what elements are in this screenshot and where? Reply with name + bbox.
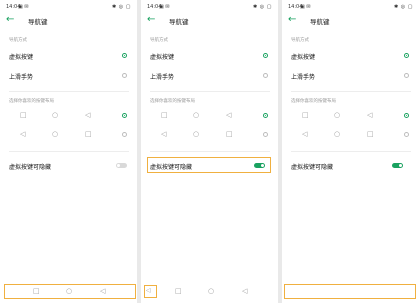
nav-mode-section-label: 导航方式 xyxy=(9,38,27,43)
radio-virtual-keys[interactable] xyxy=(122,53,127,58)
option-virtual-keys-label[interactable]: 虚拟按键 xyxy=(291,52,315,61)
layout-option-1[interactable]: □ ○ ◁ xyxy=(0,111,137,121)
radio-virtual-keys[interactable] xyxy=(404,53,409,58)
status-icons-left: ▣ ✉ xyxy=(18,4,29,10)
page-header: ← 导航键 xyxy=(288,14,413,28)
layout-section-label: 选择你喜欢的按键布局 xyxy=(291,99,336,104)
radio-layout-2[interactable] xyxy=(404,132,409,137)
layout-option-2[interactable]: ◁ ○ □ xyxy=(282,130,419,140)
back-icon: ◁ xyxy=(226,111,232,119)
layout-option-1[interactable]: □ ○ ◁ xyxy=(141,111,278,121)
back-icon[interactable]: ◁ xyxy=(242,287,247,295)
layout-section-label: 选择你喜欢的按键布局 xyxy=(9,99,54,104)
layout-section-label: 选择你喜欢的按键布局 xyxy=(150,99,195,104)
status-icons-left: ▣ ✉ xyxy=(300,4,311,10)
radio-swipe-gesture[interactable] xyxy=(404,73,409,78)
home-icon[interactable]: ○ xyxy=(208,287,214,295)
radio-layout-1[interactable] xyxy=(404,113,409,118)
hide-virtual-keys-toggle[interactable] xyxy=(392,163,403,168)
recent-apps-icon: □ xyxy=(226,130,233,138)
option-virtual-keys-label[interactable]: 虚拟按键 xyxy=(150,52,174,61)
option-swipe-gesture-label[interactable]: 上滑手势 xyxy=(291,72,315,81)
divider xyxy=(150,151,270,152)
divider xyxy=(9,91,129,92)
status-icons-right: ✱ ◎ ▢ xyxy=(394,4,413,10)
phone-screen-1: 14:04 ▣ ✉ ✱ ◎ ▢ ← 导航键 导航方式 虚拟按键 上滑手势 选择你… xyxy=(0,0,137,303)
highlight-empty-bottom-nav xyxy=(284,284,416,299)
radio-layout-1[interactable] xyxy=(263,113,268,118)
radio-layout-2[interactable] xyxy=(263,132,268,137)
back-icon: ◁ xyxy=(85,111,91,119)
recent-apps-icon[interactable]: □ xyxy=(175,287,182,295)
page-header: ← 导航键 xyxy=(147,14,272,28)
radio-layout-2[interactable] xyxy=(122,132,127,137)
recent-apps-icon: □ xyxy=(20,111,27,119)
arrow-left-icon[interactable]: ← xyxy=(6,15,14,25)
status-icons-left: ▣ ✉ xyxy=(159,4,170,10)
layout-option-2[interactable]: ◁ ○ □ xyxy=(0,130,137,140)
back-icon: ◁ xyxy=(367,111,373,119)
highlight-edge-button xyxy=(144,285,157,298)
page-header: ← 导航键 xyxy=(6,14,131,28)
status-icons-right: ✱ ◎ ▢ xyxy=(112,4,131,10)
radio-swipe-gesture[interactable] xyxy=(263,73,268,78)
home-icon: ○ xyxy=(52,111,59,119)
option-swipe-gesture-label[interactable]: 上滑手势 xyxy=(150,72,174,81)
home-icon: ○ xyxy=(193,111,200,119)
nav-mode-section-label: 导航方式 xyxy=(150,38,168,43)
back-icon: ◁ xyxy=(161,130,167,138)
status-bar: 14:04 ▣ ✉ ✱ ◎ ▢ xyxy=(6,4,131,12)
recent-apps-icon: □ xyxy=(85,130,92,138)
divider xyxy=(150,91,270,92)
option-swipe-gesture-label[interactable]: 上滑手势 xyxy=(9,72,33,81)
hide-virtual-keys-label: 虚拟按键可隐藏 xyxy=(9,164,52,171)
radio-swipe-gesture[interactable] xyxy=(122,73,127,78)
option-virtual-keys-label[interactable]: 虚拟按键 xyxy=(9,52,33,61)
recent-apps-icon: □ xyxy=(302,111,309,119)
nav-mode-section-label: 导航方式 xyxy=(291,38,309,43)
recent-apps-icon: □ xyxy=(161,111,168,119)
bottom-navigation-bar: ◁ □ ○ ◁ xyxy=(145,284,274,299)
radio-layout-1[interactable] xyxy=(122,113,127,118)
page-title: 导航键 xyxy=(169,18,189,26)
status-bar: 14:04 ▣ ✉ ✱ ◎ ▢ xyxy=(147,4,272,12)
recent-apps-icon: □ xyxy=(367,130,374,138)
home-icon: ○ xyxy=(334,130,341,138)
back-icon: ◁ xyxy=(302,130,308,138)
home-icon: ○ xyxy=(193,130,200,138)
divider xyxy=(9,151,129,152)
back-icon: ◁ xyxy=(20,130,26,138)
radio-virtual-keys[interactable] xyxy=(263,53,268,58)
home-icon: ○ xyxy=(334,111,341,119)
divider xyxy=(291,151,411,152)
phone-screen-3: 14:04 ▣ ✉ ✱ ◎ ▢ ← 导航键 导航方式 虚拟按键 上滑手势 选择你… xyxy=(282,0,419,303)
layout-option-2[interactable]: ◁ ○ □ xyxy=(141,130,278,140)
phone-screen-2: 14:04 ▣ ✉ ✱ ◎ ▢ ← 导航键 导航方式 虚拟按键 上滑手势 选择你… xyxy=(141,0,278,303)
home-icon: ○ xyxy=(52,130,59,138)
status-icons-right: ✱ ◎ ▢ xyxy=(253,4,272,10)
page-title: 导航键 xyxy=(28,18,48,26)
divider xyxy=(291,91,411,92)
arrow-left-icon[interactable]: ← xyxy=(147,15,155,25)
hide-virtual-keys-toggle[interactable] xyxy=(116,163,127,168)
highlight-hide-toggle-row xyxy=(147,157,271,173)
hide-virtual-keys-label: 虚拟按键可隐藏 xyxy=(291,164,334,171)
status-bar: 14:04 ▣ ✉ ✱ ◎ ▢ xyxy=(288,4,413,12)
highlight-bottom-nav xyxy=(4,284,136,299)
layout-option-1[interactable]: □ ○ ◁ xyxy=(282,111,419,121)
arrow-left-icon[interactable]: ← xyxy=(288,15,296,25)
page-title: 导航键 xyxy=(310,18,330,26)
